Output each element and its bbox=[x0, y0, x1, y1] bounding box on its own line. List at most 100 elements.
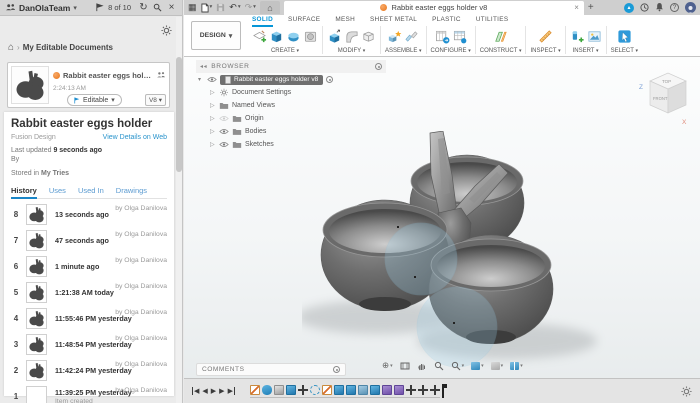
refresh-icon[interactable]: ↻ bbox=[138, 2, 149, 13]
scrollbar-thumb[interactable] bbox=[176, 57, 182, 172]
timeline-move-icon[interactable] bbox=[406, 385, 416, 395]
settings-gear-icon[interactable] bbox=[161, 25, 172, 36]
select-cursor-icon[interactable] bbox=[617, 29, 632, 44]
timeline-shell-icon[interactable] bbox=[358, 385, 368, 395]
timeline-settings-gear-icon[interactable] bbox=[681, 386, 692, 397]
active-document-card[interactable]: Rabbit easter eggs holder 2:24:13 AM Edi… bbox=[7, 62, 170, 108]
orbit-icon[interactable]: ⊕▾ bbox=[382, 360, 393, 371]
tab-drawings[interactable]: Drawings bbox=[116, 186, 147, 195]
history-version-row[interactable]: 6 1 minute ago by Olga Danilova bbox=[11, 253, 167, 279]
new-tab-icon[interactable]: + bbox=[588, 2, 594, 13]
view-cube[interactable]: Z X TOP FRONT bbox=[634, 63, 692, 127]
extrude-icon[interactable] bbox=[269, 29, 284, 44]
insert-derive-icon[interactable] bbox=[570, 29, 585, 44]
tab-uses[interactable]: Uses bbox=[49, 186, 66, 195]
timeline-extrude-icon[interactable] bbox=[346, 385, 356, 395]
visibility-eye-icon[interactable] bbox=[207, 76, 217, 83]
close-tab-icon[interactable]: × bbox=[574, 3, 579, 12]
file-menu-icon[interactable]: ▾ bbox=[201, 3, 213, 13]
configuration-icon[interactable] bbox=[435, 29, 450, 44]
assemble-menu[interactable]: ASSEMBLE ▾ bbox=[385, 48, 422, 54]
expand-arrow-icon[interactable]: ▷ bbox=[210, 89, 216, 96]
fillet-icon[interactable] bbox=[344, 29, 359, 44]
go-to-start-icon[interactable]: ◀ bbox=[192, 387, 199, 395]
browser-item-origin[interactable]: ▷ Origin bbox=[196, 112, 386, 125]
timeline-primitive-icon[interactable] bbox=[274, 385, 284, 395]
timeline-extrude-icon[interactable] bbox=[286, 385, 296, 395]
save-icon[interactable] bbox=[216, 3, 225, 12]
expand-arrow-icon[interactable]: ▷ bbox=[210, 102, 216, 109]
data-panel-scrollbar[interactable] bbox=[176, 17, 182, 403]
play-icon[interactable]: ▶ bbox=[211, 387, 216, 395]
timeline-position-marker[interactable] bbox=[442, 385, 444, 398]
measure-icon[interactable] bbox=[538, 29, 553, 44]
close-panel-icon[interactable]: × bbox=[166, 2, 177, 13]
configure-menu[interactable]: CONFIGURE ▾ bbox=[431, 48, 471, 54]
comments-panel[interactable]: COMMENTS bbox=[196, 363, 346, 376]
timeline-move-icon[interactable] bbox=[298, 385, 308, 395]
breadcrumb[interactable]: ⌂ › My Editable Documents bbox=[8, 42, 113, 53]
collapse-panel-icon[interactable]: ◂◂ bbox=[200, 63, 207, 70]
inspect-menu[interactable]: INSPECT ▾ bbox=[530, 48, 560, 54]
tab-history[interactable]: History bbox=[11, 186, 37, 195]
breadcrumb-folder[interactable]: My Editable Documents bbox=[23, 43, 113, 52]
timeline-fillet-icon[interactable] bbox=[394, 385, 404, 395]
history-version-row[interactable]: 2 11:42:24 PM yesterday by Olga Danilova bbox=[11, 357, 167, 383]
timeline-move-icon[interactable] bbox=[430, 385, 440, 395]
step-forward-icon[interactable]: ▶ bbox=[219, 387, 224, 395]
viewports-icon[interactable]: ▾ bbox=[510, 362, 523, 370]
expand-arrow-icon[interactable]: ▾ bbox=[198, 76, 204, 83]
history-version-row[interactable]: 1 11:39:25 PM yesterday Item created by … bbox=[11, 383, 167, 403]
timeline-fillet-icon[interactable] bbox=[382, 385, 392, 395]
browser-item-named-views[interactable]: ▷ Named Views bbox=[196, 99, 386, 112]
chevron-down-icon[interactable]: ▾ bbox=[73, 4, 77, 12]
user-avatar[interactable] bbox=[685, 2, 696, 13]
new-component-icon[interactable] bbox=[387, 29, 402, 44]
primitive-icon[interactable] bbox=[303, 29, 318, 44]
look-at-icon[interactable] bbox=[400, 361, 410, 371]
construction-plane-icon[interactable] bbox=[493, 29, 508, 44]
timeline-form-icon[interactable] bbox=[262, 385, 272, 395]
history-version-row[interactable]: 8 13 seconds ago by Olga Danilova bbox=[11, 201, 167, 227]
comments-target-icon[interactable] bbox=[333, 366, 340, 373]
configuration-table-icon[interactable] bbox=[452, 29, 467, 44]
visibility-eye-off-icon[interactable] bbox=[219, 115, 229, 122]
history-version-row[interactable]: 5 1:21:38 AM today by Olga Danilova bbox=[11, 279, 167, 305]
expand-arrow-icon[interactable]: ▷ bbox=[210, 141, 216, 148]
visibility-eye-icon[interactable] bbox=[219, 128, 229, 135]
display-settings-icon[interactable]: ▾ bbox=[471, 362, 484, 370]
history-version-row[interactable]: 3 11:48:54 PM yesterday by Olga Danilova bbox=[11, 331, 167, 357]
redo-icon[interactable]: ↷▾ bbox=[245, 3, 256, 12]
timeline-sketch-icon[interactable] bbox=[322, 385, 332, 395]
viewport-canvas[interactable]: ◂◂ BROWSER ▾ Rabbit easter eggs holder v… bbox=[184, 57, 700, 378]
timeline-sketch-icon[interactable] bbox=[250, 385, 260, 395]
select-menu[interactable]: SELECT ▾ bbox=[611, 48, 638, 54]
workspace-selector[interactable]: DESIGN▾ bbox=[191, 21, 241, 50]
search-icon[interactable] bbox=[152, 2, 163, 13]
zoom-window-icon[interactable]: ▾ bbox=[451, 361, 465, 371]
canvas-image-icon[interactable] bbox=[587, 29, 602, 44]
help-icon[interactable]: ? bbox=[670, 3, 679, 12]
joint-icon[interactable] bbox=[404, 29, 419, 44]
shared-users-icon[interactable] bbox=[156, 66, 166, 84]
create-sketch-icon[interactable] bbox=[252, 29, 267, 44]
grid-layout-icon[interactable]: ▾ bbox=[491, 362, 504, 370]
expand-arrow-icon[interactable]: ▷ bbox=[210, 115, 216, 122]
data-panel-toggle-icon[interactable]: ▦ bbox=[188, 3, 197, 12]
view-details-link[interactable]: View Details on Web bbox=[103, 134, 167, 141]
step-back-icon[interactable]: ◀ bbox=[202, 387, 207, 395]
extensions-icon[interactable]: ▴ bbox=[624, 3, 634, 13]
tab-used-in[interactable]: Used In bbox=[78, 186, 104, 195]
team-name[interactable]: DanOlaTeam bbox=[19, 3, 70, 13]
timeline-pattern-icon[interactable] bbox=[310, 385, 320, 395]
timeline-move-icon[interactable] bbox=[418, 385, 428, 395]
timeline-extrude-icon[interactable] bbox=[370, 385, 380, 395]
zoom-icon[interactable] bbox=[434, 361, 444, 371]
editable-status-badge[interactable]: Editable ▾ bbox=[67, 94, 122, 106]
modify-menu[interactable]: MODIFY ▾ bbox=[338, 48, 365, 54]
document-tab[interactable]: Rabbit easter eggs holder v8 × bbox=[284, 1, 584, 15]
timeline-extrude-icon[interactable] bbox=[334, 385, 344, 395]
create-menu[interactable]: CREATE ▾ bbox=[271, 48, 299, 54]
version-selector[interactable]: V8 ▾ bbox=[145, 94, 166, 106]
expand-arrow-icon[interactable]: ▷ bbox=[210, 128, 216, 135]
